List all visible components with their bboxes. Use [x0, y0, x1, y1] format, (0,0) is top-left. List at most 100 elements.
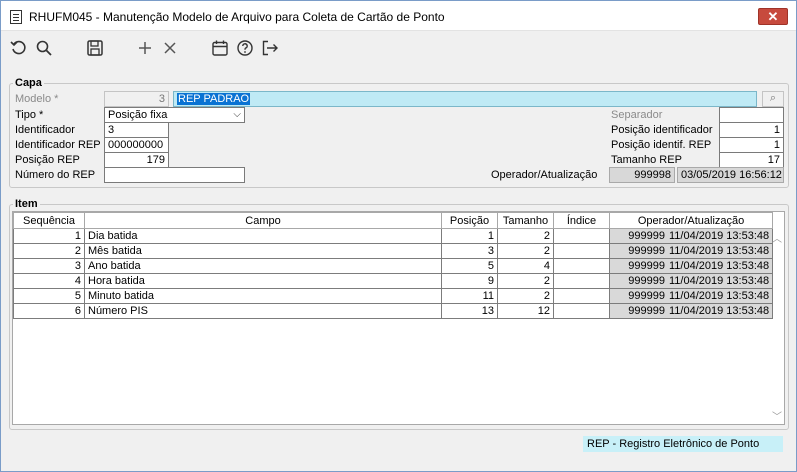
calendar-icon[interactable]	[210, 38, 230, 58]
cell-operador-atualizacao[interactable]: 999999 11/04/2019 13:53:48	[608, 273, 774, 289]
save-icon[interactable]	[85, 38, 105, 58]
cell-operador: 999999	[628, 274, 665, 287]
table-row[interactable]: 4 Hora batida 9 2 999999 11/04/2019 13:53:48	[13, 273, 774, 289]
ident-rep-field[interactable]: 000000000	[104, 137, 169, 153]
cell-campo[interactable]: Hora batida	[84, 273, 442, 289]
col-tamanho[interactable]: Tamanho	[497, 212, 554, 229]
table-row[interactable]: 3 Ano batida 5 4 999999 11/04/2019 13:53:48	[13, 258, 774, 274]
cell-indice[interactable]	[553, 258, 610, 274]
cell-operador: 999999	[628, 244, 665, 257]
tipo-label: Tipo *	[15, 109, 44, 121]
cell-seq[interactable]: 3	[13, 258, 85, 274]
identificador-label: Identificador	[15, 124, 75, 136]
cell-operador-atualizacao[interactable]: 999999 11/04/2019 13:53:48	[608, 228, 774, 244]
cell-tam[interactable]: 12	[497, 303, 554, 319]
col-campo[interactable]: Campo	[84, 212, 442, 229]
lookup-icon[interactable]: ⌕	[762, 91, 784, 107]
window-title: RHUFM045 - Manutenção Modelo de Arquivo …	[29, 10, 445, 24]
cell-indice[interactable]	[553, 243, 610, 259]
item-table: Sequência Campo Posição Tamanho Índice O…	[13, 212, 774, 319]
main-window: RHUFM045 - Manutenção Modelo de Arquivo …	[0, 0, 797, 472]
chevron-down-icon: ⌵	[233, 109, 241, 120]
cell-pos[interactable]: 3	[441, 243, 498, 259]
cell-tam[interactable]: 2	[497, 228, 554, 244]
cell-atualizacao: 11/04/2019 13:53:48	[669, 289, 770, 302]
atualizacao-field: 03/05/2019 16:56:12	[677, 167, 784, 183]
cell-pos[interactable]: 5	[441, 258, 498, 274]
cell-indice[interactable]	[553, 273, 610, 289]
cell-pos[interactable]: 9	[441, 273, 498, 289]
posicao-rep-field[interactable]: 179	[104, 152, 169, 168]
toolbar	[1, 32, 796, 64]
col-sequencia[interactable]: Sequência	[13, 212, 85, 229]
cell-operador: 999999	[628, 229, 665, 242]
tipo-select[interactable]: Posição fixa ⌵	[104, 107, 245, 123]
add-icon[interactable]	[135, 38, 155, 58]
cell-pos[interactable]: 11	[441, 288, 498, 304]
cell-tam[interactable]: 2	[497, 273, 554, 289]
table-row[interactable]: 1 Dia batida 1 2 999999 11/04/2019 13:53:48	[13, 228, 774, 244]
title-bar: RHUFM045 - Manutenção Modelo de Arquivo …	[1, 1, 796, 31]
item-title: Item	[13, 198, 40, 210]
tamanho-rep-field[interactable]: 17	[719, 152, 784, 168]
table-row[interactable]: 6 Número PIS 13 12 999999 11/04/2019 13:53:48	[13, 303, 774, 319]
document-icon	[10, 10, 22, 24]
posicao-rep-label: Posição REP	[15, 154, 80, 166]
separador-field[interactable]	[719, 107, 784, 123]
separador-label: Separador	[611, 109, 663, 121]
cell-campo[interactable]: Número PIS	[84, 303, 442, 319]
cell-operador-atualizacao[interactable]: 999999 11/04/2019 13:53:48	[608, 258, 774, 274]
cell-atualizacao: 11/04/2019 13:53:48	[669, 229, 770, 242]
cell-campo[interactable]: Ano batida	[84, 258, 442, 274]
exit-icon[interactable]	[260, 38, 280, 58]
undo-icon[interactable]	[9, 38, 29, 58]
cell-operador-atualizacao[interactable]: 999999 11/04/2019 13:53:48	[608, 303, 774, 319]
pos-ident-field[interactable]: 1	[719, 122, 784, 138]
cell-campo[interactable]: Minuto batida	[84, 288, 442, 304]
help-icon[interactable]	[235, 38, 255, 58]
capa-title: Capa	[13, 77, 44, 89]
delete-icon[interactable]	[160, 38, 180, 58]
cell-seq[interactable]: 1	[13, 228, 85, 244]
cell-seq[interactable]: 4	[13, 273, 85, 289]
cell-atualizacao: 11/04/2019 13:53:48	[669, 304, 770, 317]
col-indice[interactable]: Índice	[553, 212, 610, 229]
cell-seq[interactable]: 2	[13, 243, 85, 259]
pos-ident-rep-field[interactable]: 1	[719, 137, 784, 153]
cell-operador: 999999	[628, 304, 665, 317]
cell-seq[interactable]: 6	[13, 303, 85, 319]
modelo-field[interactable]: 3	[104, 91, 169, 107]
item-grid: Sequência Campo Posição Tamanho Índice O…	[12, 211, 785, 425]
operador-label: Operador/Atualização	[491, 169, 598, 181]
cell-operador-atualizacao[interactable]: 999999 11/04/2019 13:53:48	[608, 288, 774, 304]
table-row[interactable]: 2 Mês batida 3 2 999999 11/04/2019 13:53:48	[13, 243, 774, 259]
cell-operador-atualizacao[interactable]: 999999 11/04/2019 13:53:48	[608, 243, 774, 259]
col-operador[interactable]: Operador/Atualização	[608, 212, 774, 229]
scroll-up-icon[interactable]: ︿	[772, 230, 782, 245]
cell-indice[interactable]	[553, 303, 610, 319]
col-posicao[interactable]: Posição	[441, 212, 498, 229]
cell-pos[interactable]: 1	[441, 228, 498, 244]
cell-seq[interactable]: 5	[13, 288, 85, 304]
cell-tam[interactable]: 4	[497, 258, 554, 274]
cell-indice[interactable]	[553, 288, 610, 304]
scroll-down-icon[interactable]: ﹀	[772, 408, 782, 423]
numero-rep-field[interactable]	[104, 167, 245, 183]
cell-indice[interactable]	[553, 228, 610, 244]
cell-tam[interactable]: 2	[497, 243, 554, 259]
cell-operador: 999999	[628, 289, 665, 302]
cell-campo[interactable]: Dia batida	[84, 228, 442, 244]
modelo-label: Modelo *	[15, 93, 59, 105]
search-icon[interactable]	[34, 38, 54, 58]
cell-pos[interactable]: 13	[441, 303, 498, 319]
cell-atualizacao: 11/04/2019 13:53:48	[669, 274, 770, 287]
modelo-description-field[interactable]: REP PADRAO	[173, 91, 757, 107]
close-button[interactable]: ✕	[758, 8, 788, 25]
cell-campo[interactable]: Mês batida	[84, 243, 442, 259]
operador-field: 999998	[609, 167, 675, 183]
cell-tam[interactable]: 2	[497, 288, 554, 304]
table-row[interactable]: 5 Minuto batida 11 2 999999 11/04/2019 13:53:…	[13, 288, 774, 304]
cell-operador: 999999	[628, 259, 665, 272]
numero-rep-label: Número do REP	[15, 169, 96, 181]
identificador-field[interactable]: 3	[104, 122, 169, 138]
